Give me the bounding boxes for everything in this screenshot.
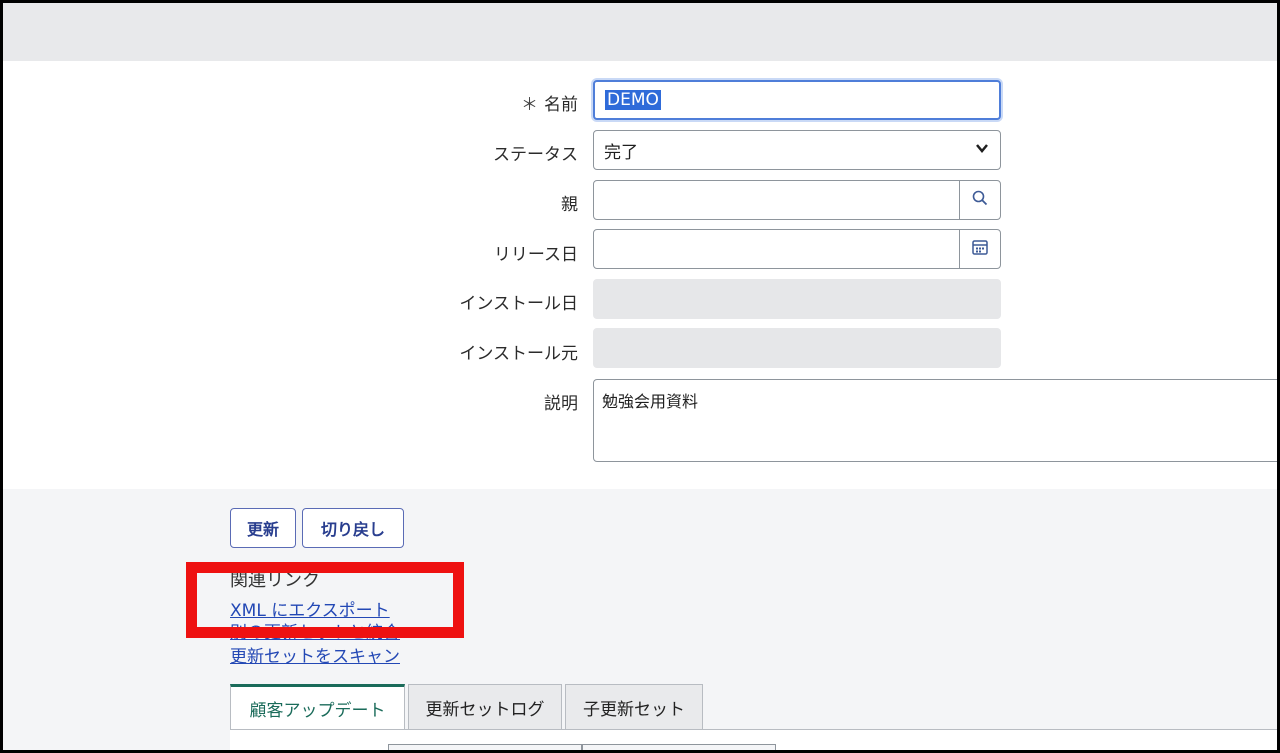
parent-label: 親 — [561, 195, 578, 215]
tab-update-set-log[interactable]: 更新セットログ — [408, 684, 562, 730]
calendar-icon — [971, 238, 989, 260]
name-input-value: DEMO — [605, 90, 661, 110]
description-textarea[interactable]: 勉強会用資料 — [593, 379, 1280, 462]
name-input[interactable]: DEMO — [593, 80, 1001, 120]
release-date-picker-button[interactable] — [959, 229, 1001, 269]
release-date-input[interactable] — [593, 229, 960, 269]
name-label-text: 名前 — [544, 95, 578, 115]
scan-update-set-link[interactable]: 更新セットをスキャン — [230, 642, 400, 667]
tab-customer-updates[interactable]: 顧客アップデート — [230, 684, 405, 730]
parent-input[interactable] — [593, 180, 960, 220]
search-icon — [971, 189, 989, 211]
install-date-field — [593, 279, 1001, 319]
update-button[interactable]: 更新 — [230, 508, 296, 548]
parent-lookup-button[interactable] — [959, 180, 1001, 220]
chevron-down-icon — [974, 140, 990, 161]
inner-tab[interactable] — [388, 744, 582, 753]
release-date-label: リリース日 — [493, 245, 578, 265]
revert-button[interactable]: 切り戻し — [302, 508, 404, 548]
tab-child-update-sets[interactable]: 子更新セット — [565, 684, 703, 730]
inner-tab[interactable] — [582, 744, 776, 753]
status-select-value: 完了 — [604, 142, 638, 163]
description-label: 説明 — [544, 394, 578, 414]
top-bar — [3, 3, 1277, 61]
highlight-box — [186, 562, 464, 638]
installed-from-field — [593, 328, 1001, 368]
status-label: ステータス — [493, 145, 578, 165]
install-date-label: インストール日 — [459, 294, 578, 314]
installed-from-label: インストール元 — [459, 344, 578, 364]
status-select[interactable]: 完了 — [593, 130, 1001, 170]
name-label: ＊ 名前 — [378, 90, 578, 115]
required-mark: ＊ — [521, 95, 538, 115]
